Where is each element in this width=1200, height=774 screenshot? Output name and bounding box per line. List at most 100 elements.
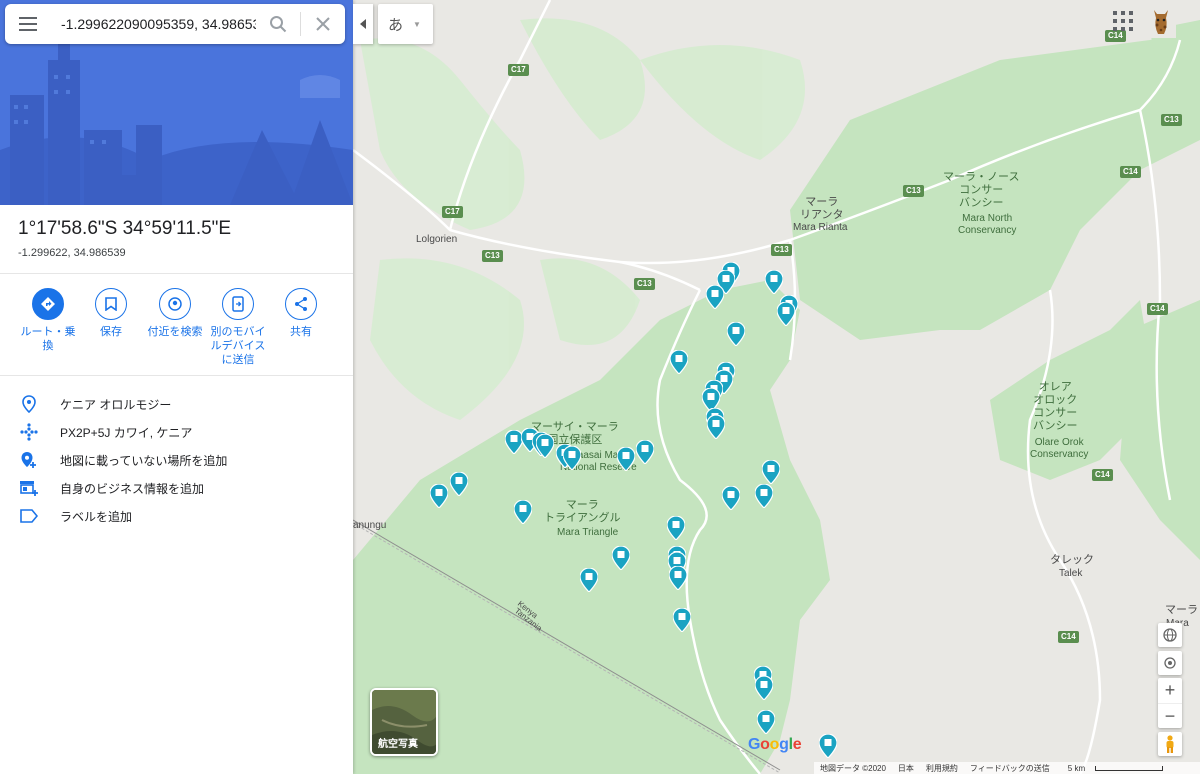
share-button[interactable]: 共有	[269, 288, 333, 339]
map-place-pin-icon[interactable]	[636, 440, 654, 464]
label-talek-en: Talek	[1059, 568, 1083, 579]
terms-link[interactable]: 利用規約	[926, 763, 958, 774]
label-mara-rianta-jp: マーラ リアンタ	[800, 196, 844, 221]
google-maps-window: C17 C17 C13 C13 C13 C13 C13 C14 C14 C14 …	[0, 0, 1200, 774]
map-place-pin-icon[interactable]	[580, 568, 598, 592]
map-place-pin-icon[interactable]	[706, 285, 724, 309]
location-pin-icon	[18, 394, 40, 414]
map-place-pin-icon[interactable]	[617, 447, 635, 471]
search-icon[interactable]	[256, 4, 300, 44]
road-badge-c17: C17	[508, 64, 529, 76]
add-label[interactable]: ラベルを追加	[18, 506, 132, 526]
zoom-controls: + −	[1158, 678, 1182, 728]
map-place-pin-icon[interactable]	[762, 460, 780, 484]
add-missing-place[interactable]: 地図に載っていない場所を追加	[18, 450, 227, 470]
save-button[interactable]: 保存	[79, 288, 143, 339]
map-place-pin-icon[interactable]	[757, 710, 775, 734]
bookmark-icon	[95, 288, 127, 320]
label-talek-jp: タレック	[1050, 554, 1094, 566]
account-avatar[interactable]	[1146, 6, 1176, 38]
info-address: ケニア オロルモジー	[18, 394, 171, 414]
send-to-phone-icon	[222, 288, 254, 320]
scale-label: 5 km	[1067, 763, 1086, 773]
label-mara-triangle-en: Mara Triangle	[557, 527, 619, 538]
add-label-text: ラベルを追加	[60, 509, 133, 524]
satellite-toggle[interactable]: 航空写真	[370, 688, 438, 756]
close-icon[interactable]	[301, 4, 345, 44]
road-badge-c14-d: C14	[1092, 469, 1113, 481]
map-place-pin-icon[interactable]	[612, 546, 630, 570]
country-link[interactable]: 日本	[898, 763, 914, 774]
map-place-pin-icon[interactable]	[707, 415, 725, 439]
label-olare-en: Olare Orok Conservancy	[1030, 437, 1089, 460]
road-badge-c17-b: C17	[442, 206, 463, 218]
feedback-link[interactable]: フィードバックの送信	[970, 763, 1050, 774]
map-place-pin-icon[interactable]	[819, 734, 837, 758]
search-input[interactable]: -1.299622090095359, 34.986538	[51, 16, 256, 32]
side-panel: -1.299622090095359, 34.986538 1°17'58.6"…	[0, 0, 353, 774]
my-location-button[interactable]	[1158, 651, 1182, 675]
add-missing-place-text: 地図に載っていない場所を追加	[60, 453, 228, 468]
map-place-pin-icon[interactable]	[755, 484, 773, 508]
globe-icon	[1163, 628, 1177, 642]
scale-bar[interactable]: 5 km	[1062, 764, 1169, 773]
label-nanungu: anungu	[353, 520, 387, 531]
label-icon	[18, 506, 40, 526]
add-business[interactable]: 自身のビジネス情報を追加	[18, 478, 204, 498]
chevron-down-icon: ▼	[413, 19, 421, 29]
label-mara-triangle-jp: マーラ トライアングル	[544, 499, 621, 524]
label-mara-edge-jp: マーラ	[1165, 604, 1198, 616]
send-to-phone-button[interactable]: 別のモバイ ルデバイス に送信	[206, 288, 270, 367]
map-place-pin-icon[interactable]	[777, 302, 795, 326]
map-place-pin-icon[interactable]	[670, 350, 688, 374]
zoom-in-button[interactable]: +	[1158, 678, 1182, 703]
hamburger-menu-icon[interactable]	[5, 4, 51, 44]
scale-bar-line	[1095, 765, 1164, 771]
directions-icon	[32, 288, 64, 320]
zoom-out-button[interactable]: −	[1158, 703, 1182, 728]
input-tools-label: あ	[388, 16, 404, 34]
map-place-pin-icon[interactable]	[450, 472, 468, 496]
nearby-button[interactable]: 付近を検索	[143, 288, 207, 339]
map-place-pin-icon[interactable]	[536, 434, 554, 458]
input-tools-button[interactable]: あ ▼	[378, 4, 433, 44]
road-badge-c14-b: C14	[1120, 166, 1141, 178]
apps-grid-icon[interactable]	[1112, 10, 1134, 32]
divider	[0, 273, 353, 274]
label-mara-rianta-en: Mara Rianta	[793, 222, 848, 233]
nearby-icon	[159, 288, 191, 320]
info-plus-code: PX2P+5J カワイ, ケニア	[18, 422, 192, 442]
map-place-pin-icon[interactable]	[563, 446, 581, 470]
road-badge-c14-e: C14	[1058, 631, 1079, 643]
globe-button[interactable]	[1158, 623, 1182, 647]
directions-button[interactable]: ルート・乗 換	[16, 288, 80, 353]
map-place-pin-icon[interactable]	[514, 500, 532, 524]
map-place-pin-icon[interactable]	[430, 484, 448, 508]
map-footer: 地図データ ©2020 日本 利用規約 フィードバックの送信 5 km	[814, 762, 1200, 774]
map-place-pin-icon[interactable]	[755, 676, 773, 700]
map-place-pin-icon[interactable]	[673, 608, 691, 632]
satellite-label: 航空写真	[378, 739, 418, 750]
add-place-icon	[18, 450, 40, 470]
plus-code-text: PX2P+5J カワイ, ケニア	[60, 425, 193, 440]
share-icon	[285, 288, 317, 320]
map-place-pin-icon[interactable]	[727, 322, 745, 346]
map-place-pin-icon[interactable]	[765, 270, 783, 294]
pegman-icon	[1166, 735, 1174, 753]
search-box[interactable]: -1.299622090095359, 34.986538	[5, 4, 345, 44]
plus-code-icon	[18, 422, 40, 442]
label-olare-jp: オレア オロック コンサー バンシー	[1033, 381, 1078, 432]
directions-label: ルート・乗 換	[20, 326, 76, 352]
road-badge-c13-c: C13	[771, 244, 792, 256]
map-place-pin-icon[interactable]	[667, 516, 685, 540]
add-business-icon	[18, 478, 40, 498]
label-mara-north-en: Mara North Conservancy	[958, 213, 1017, 236]
send-to-phone-label: 別のモバイ ルデバイス に送信	[210, 326, 266, 366]
add-business-text: 自身のビジネス情報を追加	[60, 481, 205, 496]
map-place-pin-icon[interactable]	[669, 566, 687, 590]
pegman-button[interactable]	[1158, 732, 1182, 756]
collapse-panel-button[interactable]	[353, 4, 373, 44]
road-badge-c13-e: C13	[1161, 114, 1182, 126]
map-place-pin-icon[interactable]	[722, 486, 740, 510]
label-lolgorien: Lolgorien	[416, 234, 458, 245]
